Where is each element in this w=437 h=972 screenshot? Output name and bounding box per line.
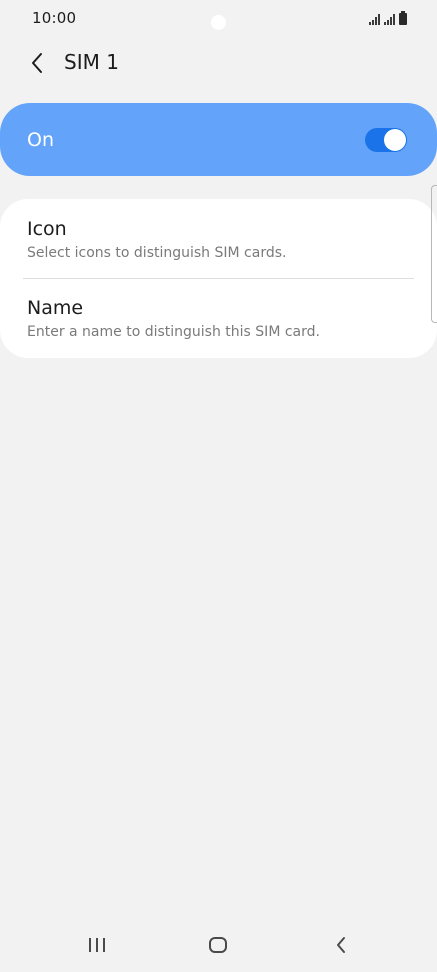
- navigation-bar: [0, 918, 437, 972]
- recents-button[interactable]: [77, 928, 117, 962]
- status-icons: [369, 11, 407, 25]
- home-icon: [209, 937, 227, 953]
- item-title: Icon: [27, 218, 67, 240]
- list-item-icon[interactable]: Icon Select icons to distinguish SIM car…: [0, 199, 437, 278]
- master-switch-label: On: [27, 129, 54, 151]
- item-subtitle: Enter a name to distinguish this SIM car…: [27, 324, 320, 340]
- recents-icon: [89, 938, 105, 952]
- front-camera: [211, 15, 226, 30]
- toggle-switch[interactable]: [365, 128, 407, 152]
- status-bar: 10:00: [0, 0, 437, 38]
- item-subtitle: Select icons to distinguish SIM cards.: [27, 245, 287, 261]
- signal-icon-sim1: [369, 13, 380, 25]
- toggle-knob: [384, 129, 406, 151]
- scrollbar[interactable]: [431, 185, 437, 323]
- screen: 10:00 SIM 1 On Icon Select icons to dist…: [0, 0, 437, 972]
- battery-icon: [399, 11, 407, 25]
- back-button[interactable]: [20, 46, 54, 80]
- home-button[interactable]: [198, 928, 238, 962]
- settings-list: Icon Select icons to distinguish SIM car…: [0, 199, 437, 358]
- chevron-left-icon: [32, 53, 42, 73]
- nav-back-button[interactable]: [321, 928, 361, 962]
- item-title: Name: [27, 297, 84, 319]
- header: SIM 1: [0, 40, 437, 86]
- list-item-name[interactable]: Name Enter a name to distinguish this SI…: [0, 279, 437, 358]
- page-title: SIM 1: [64, 50, 119, 74]
- signal-icon-sim2: [384, 13, 395, 25]
- status-time: 10:00: [32, 9, 77, 27]
- back-icon: [337, 937, 345, 953]
- sim-master-switch[interactable]: On: [0, 103, 437, 176]
